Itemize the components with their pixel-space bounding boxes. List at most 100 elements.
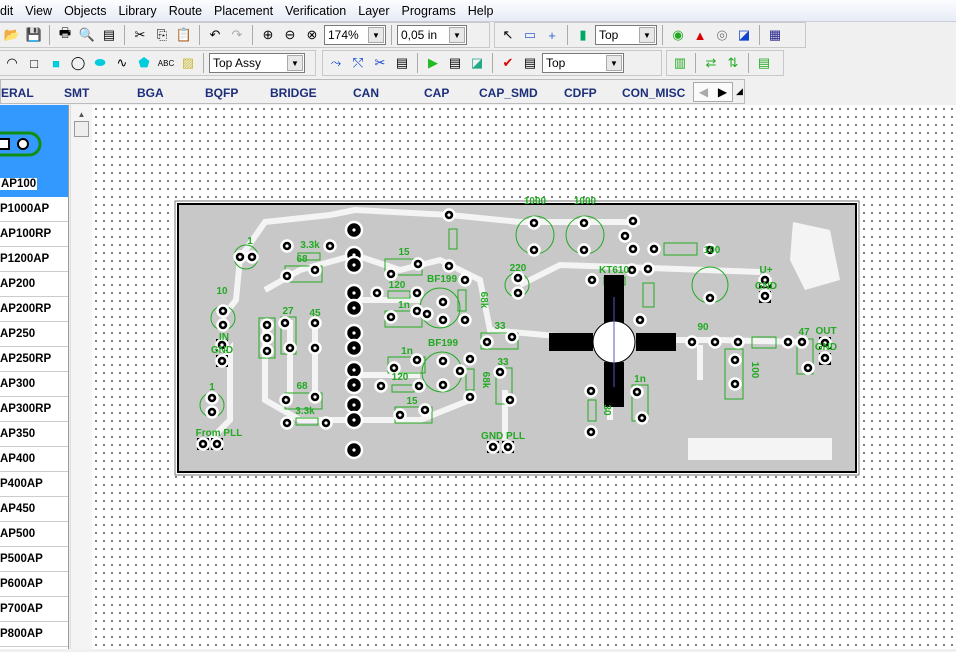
scroll-up-icon[interactable]: ▲ <box>71 110 92 119</box>
list-item[interactable]: AP450 <box>0 497 68 522</box>
ruler-icon[interactable]: ▭ <box>520 25 540 45</box>
menu-library[interactable]: Library <box>112 4 162 18</box>
drill-hole <box>288 346 292 350</box>
list-item[interactable]: AP100RP <box>0 222 68 247</box>
save-icon[interactable]: 💾 <box>24 25 44 45</box>
swap-component-icon[interactable]: ⇄ <box>701 53 721 73</box>
list-item[interactable]: P800AP <box>0 622 68 647</box>
list-item[interactable]: AP350 <box>0 422 68 447</box>
list-item[interactable]: P1000AP <box>0 197 68 222</box>
ratline-icon[interactable]: ◪ <box>467 53 487 73</box>
paste-icon[interactable]: 📋 <box>174 25 194 45</box>
list-item-selected[interactable]: AP100 <box>0 105 68 197</box>
undo-icon[interactable]: ↶ <box>205 25 225 45</box>
list-item[interactable]: AP200 <box>0 272 68 297</box>
copy-icon[interactable]: ⎘ <box>152 25 172 45</box>
chevron-down-icon: ▼ <box>287 55 303 71</box>
pointer-icon[interactable]: ↖ <box>498 25 518 45</box>
menu-programs[interactable]: Programs <box>396 4 462 18</box>
manual-route-icon[interactable]: ⤳ <box>326 53 346 73</box>
drill-hole <box>324 421 328 425</box>
list-item[interactable]: AP300 <box>0 372 68 397</box>
tab-cap[interactable]: CAP <box>424 86 449 100</box>
assy-layer-select[interactable]: Top Assy ▼ <box>209 53 305 73</box>
menu-route[interactable]: Route <box>163 4 208 18</box>
run-autoroute-icon[interactable]: ▶ <box>423 53 443 73</box>
image-icon[interactable]: ▨ <box>178 53 198 73</box>
list-item[interactable]: P1200AP <box>0 247 68 272</box>
list-item[interactable]: P700AP <box>0 597 68 622</box>
arc-icon[interactable]: ◠ <box>2 53 22 73</box>
tab-general[interactable]: ERAL <box>1 86 34 100</box>
polygon-icon[interactable]: ⬟ <box>134 53 154 73</box>
chevron-right-icon[interactable]: ▶ <box>718 85 727 99</box>
component-icon[interactable]: ▮ <box>573 25 593 45</box>
pad-icon[interactable]: ◉ <box>668 25 688 45</box>
tab-can[interactable]: CAN <box>353 86 379 100</box>
unroute-icon[interactable]: ⤲ <box>348 53 368 73</box>
print-preview-icon[interactable]: 🔍 <box>77 25 97 45</box>
arrange-icon[interactable]: ⇅ <box>723 53 743 73</box>
report-icon[interactable]: ▤ <box>99 25 119 45</box>
list-item[interactable]: P400AP <box>0 472 68 497</box>
list-item[interactable]: AP250RP <box>0 347 68 372</box>
menu-help[interactable]: Help <box>462 4 500 18</box>
library-scrollbar[interactable]: ▲ <box>70 105 92 649</box>
pcb-canvas[interactable]: 1 3.3k 68 15 BF199 120 1n 10 27 45 IN GND BF199 1n 120… <box>92 105 956 649</box>
ellipse-icon[interactable]: ◯ <box>68 53 88 73</box>
list-item[interactable]: AP300RP <box>0 397 68 422</box>
list-item[interactable]: P600AP <box>0 572 68 597</box>
open-icon[interactable]: 📂 <box>2 25 22 45</box>
autoroute-setup-icon[interactable]: ▤ <box>445 53 465 73</box>
zoom-in-icon[interactable]: ⊕ <box>258 25 278 45</box>
tab-bga[interactable]: BGA <box>137 86 164 100</box>
polyline-icon[interactable]: ∿ <box>112 53 132 73</box>
redo-icon[interactable]: ↷ <box>227 25 247 45</box>
component-properties-icon[interactable]: ▤ <box>754 53 774 73</box>
netlist-icon[interactable]: ▤ <box>392 53 412 73</box>
menu-layer[interactable]: Layer <box>352 4 395 18</box>
menu-verification[interactable]: Verification <box>279 4 352 18</box>
zoom-out-icon[interactable]: ⊖ <box>280 25 300 45</box>
list-item[interactable]: AP200RP <box>0 297 68 322</box>
zoom-select[interactable]: 174% ▼ <box>324 25 386 45</box>
list-item[interactable]: P500AP <box>0 547 68 572</box>
menu-placement[interactable]: Placement <box>208 4 279 18</box>
copper-pour-icon[interactable]: ◪ <box>734 25 754 45</box>
drill-hole <box>506 445 510 449</box>
text-icon[interactable]: ABC <box>156 53 176 73</box>
rectangle-icon[interactable]: □ <box>24 53 44 73</box>
route-layer-select[interactable]: Top ▼ <box>542 53 624 73</box>
route-icon[interactable]: ▲ <box>690 25 710 45</box>
drc-check-icon[interactable]: ✔ <box>498 53 518 73</box>
print-icon[interactable]: 🖶 <box>55 25 75 45</box>
list-item[interactable]: AP500 <box>0 522 68 547</box>
grid-select[interactable]: 0,05 in ▼ <box>397 25 467 45</box>
filled-rectangle-icon[interactable]: ■ <box>46 53 66 73</box>
drc-setup-icon[interactable]: ▤ <box>520 53 540 73</box>
layer-select[interactable]: Top ▼ <box>595 25 657 45</box>
split-route-icon[interactable]: ✂ <box>370 53 390 73</box>
menu-edit[interactable]: dit <box>0 4 19 18</box>
menu-view[interactable]: View <box>19 4 58 18</box>
tab-cdfp[interactable]: CDFP <box>564 86 597 100</box>
align-icon[interactable]: ▥ <box>670 53 690 73</box>
tab-bqfp[interactable]: BQFP <box>205 86 238 100</box>
list-item[interactable]: AP250 <box>0 322 68 347</box>
tab-bridge[interactable]: BRIDGE <box>270 86 317 100</box>
chevron-left-icon[interactable]: ◀ <box>699 85 708 99</box>
via-icon[interactable]: ◎ <box>712 25 732 45</box>
menu-objects[interactable]: Objects <box>58 4 112 18</box>
drill-hole <box>763 294 767 298</box>
list-item[interactable]: AP400 <box>0 447 68 472</box>
crosshair-icon[interactable]: + <box>542 25 562 45</box>
tab-cap-smd[interactable]: CAP_SMD <box>479 86 538 100</box>
tab-menu-icon[interactable]: ◢ <box>736 86 743 97</box>
cut-icon[interactable]: ✂ <box>130 25 150 45</box>
zoom-fit-icon[interactable]: ⊗ <box>302 25 322 45</box>
grid-table-icon[interactable]: ▦ <box>765 25 785 45</box>
filled-ellipse-icon[interactable]: ⬬ <box>90 53 110 73</box>
tab-smt[interactable]: SMT <box>64 86 89 100</box>
scroll-thumb[interactable] <box>74 121 89 137</box>
tab-con-misc[interactable]: CON_MISC <box>622 86 685 100</box>
